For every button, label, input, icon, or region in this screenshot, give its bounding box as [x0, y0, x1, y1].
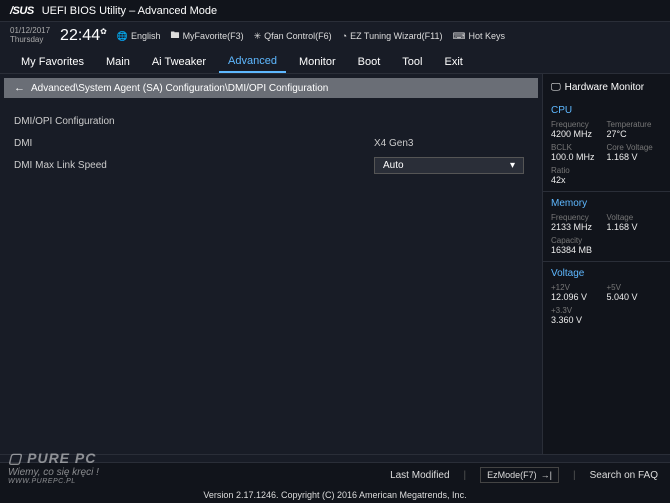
main-tabs: My Favorites Main Ai Tweaker Advanced Mo… [0, 50, 670, 74]
myfavorite-label: MyFavorite(F3) [183, 31, 244, 41]
cpu-freq-label: Frequency [551, 120, 607, 129]
breadcrumb[interactable]: ← Advanced\System Agent (SA) Configurati… [4, 78, 538, 98]
tab-myfavorites[interactable]: My Favorites [12, 52, 93, 72]
mem-cap-label: Capacity [551, 236, 662, 245]
core-voltage-label: Core Voltage [607, 143, 663, 152]
footer: Last Modified | EzMode(F7) →| | Search o… [0, 462, 670, 503]
bclk: 100.0 MHz [551, 152, 607, 162]
dropdown-value: Auto [383, 160, 404, 171]
tab-advanced[interactable]: Advanced [219, 51, 286, 73]
datetime-block: 01/12/2017 Thursday [10, 27, 50, 45]
exit-icon: →| [541, 470, 552, 480]
ratio-label: Ratio [551, 166, 662, 175]
monitor-icon: 🖵 [551, 82, 561, 93]
gear-icon[interactable]: ✿ [100, 27, 107, 36]
setting-label: DMI [14, 138, 374, 149]
language-label: English [131, 31, 161, 41]
date-text: 01/12/2017 [10, 26, 50, 35]
content-panel: ← Advanced\System Agent (SA) Configurati… [0, 74, 542, 454]
tab-monitor[interactable]: Monitor [290, 52, 345, 72]
cpu-temp: 27°C [607, 129, 663, 139]
myfavorite-button[interactable]: 🖿 MyFavorite(F3) [171, 28, 244, 44]
ezmode-label: EzMode(F7) [487, 470, 537, 480]
core-voltage: 1.168 V [607, 152, 663, 162]
setting-label: DMI Max Link Speed [14, 160, 374, 171]
v33: 3.360 V [551, 315, 662, 325]
voltage-section: Voltage [551, 268, 662, 279]
v12-label: +12V [551, 283, 607, 292]
cpu-freq: 4200 MHz [551, 129, 607, 139]
chevron-down-icon: ▾ [510, 160, 515, 171]
watermark: ▢ PURE PC Wiemy, co się kręci ! WWW.PURE… [8, 450, 99, 485]
v5-label: +5V [607, 283, 663, 292]
sidebar-title: 🖵 Hardware Monitor [551, 80, 662, 99]
eztuning-label: EZ Tuning Wizard(F11) [350, 31, 442, 41]
hotkeys-label: Hot Keys [468, 31, 505, 41]
v33-label: +3.3V [551, 306, 662, 315]
mem-volt: 1.168 V [607, 222, 663, 232]
qfan-label: Qfan Control(F6) [264, 31, 332, 41]
tab-main[interactable]: Main [97, 52, 139, 72]
tab-exit[interactable]: Exit [435, 52, 471, 72]
section-title: DMI/OPI Configuration [14, 116, 374, 127]
fan-icon: ✳ [254, 31, 262, 42]
title-bar: /SUS UEFI BIOS Utility – Advanced Mode [0, 0, 670, 22]
hotkeys-button[interactable]: ⌨ Hot Keys [452, 31, 505, 42]
wizard-icon: ◔ [342, 31, 347, 41]
mem-cap: 16384 MB [551, 245, 662, 255]
hardware-monitor-panel: 🖵 Hardware Monitor CPU Frequency4200 MHz… [542, 74, 670, 454]
breadcrumb-text: Advanced\System Agent (SA) Configuration… [31, 83, 328, 94]
back-arrow-icon[interactable]: ← [14, 82, 25, 94]
ratio: 42x [551, 175, 662, 185]
eztuning-button[interactable]: ◔ EZ Tuning Wizard(F11) [342, 31, 443, 41]
dmi-max-link-speed-dropdown[interactable]: Auto ▾ [374, 157, 524, 174]
day-text: Thursday [10, 35, 43, 44]
last-modified-button[interactable]: Last Modified [390, 470, 449, 481]
bclk-label: BCLK [551, 143, 607, 152]
mem-freq: 2133 MHz [551, 222, 607, 232]
brand-logo: /SUS [10, 5, 34, 17]
mem-volt-label: Voltage [607, 213, 663, 222]
qfan-button[interactable]: ✳ Qfan Control(F6) [254, 31, 332, 42]
v12: 12.096 V [551, 292, 607, 302]
language-selector[interactable]: 🌐 English [117, 31, 161, 42]
setting-dmi: DMI X4 Gen3 [14, 132, 528, 154]
cpu-temp-label: Temperature [607, 120, 663, 129]
setting-dmi-max-link-speed: DMI Max Link Speed Auto ▾ [14, 154, 528, 176]
ezmode-button[interactable]: EzMode(F7) →| [480, 467, 559, 483]
cpu-section: CPU [551, 105, 662, 116]
tab-aitweaker[interactable]: Ai Tweaker [143, 52, 215, 72]
clock: 22:44✿ [60, 27, 107, 45]
tab-boot[interactable]: Boot [349, 52, 390, 72]
folder-icon: 🖿 [171, 28, 180, 44]
mem-freq-label: Frequency [551, 213, 607, 222]
v5: 5.040 V [607, 292, 663, 302]
memory-section: Memory [551, 198, 662, 209]
version-text: Version 2.17.1246. Copyright (C) 2016 Am… [0, 487, 670, 503]
window-title: UEFI BIOS Utility – Advanced Mode [42, 5, 217, 17]
section-heading: DMI/OPI Configuration [14, 110, 528, 132]
keyboard-icon: ⌨ [452, 31, 465, 42]
tab-tool[interactable]: Tool [393, 52, 431, 72]
search-faq-button[interactable]: Search on FAQ [590, 470, 658, 481]
setting-value: X4 Gen3 [374, 138, 413, 149]
globe-icon: 🌐 [117, 31, 128, 42]
info-bar: 01/12/2017 Thursday 22:44✿ 🌐 English 🖿 M… [0, 22, 670, 50]
